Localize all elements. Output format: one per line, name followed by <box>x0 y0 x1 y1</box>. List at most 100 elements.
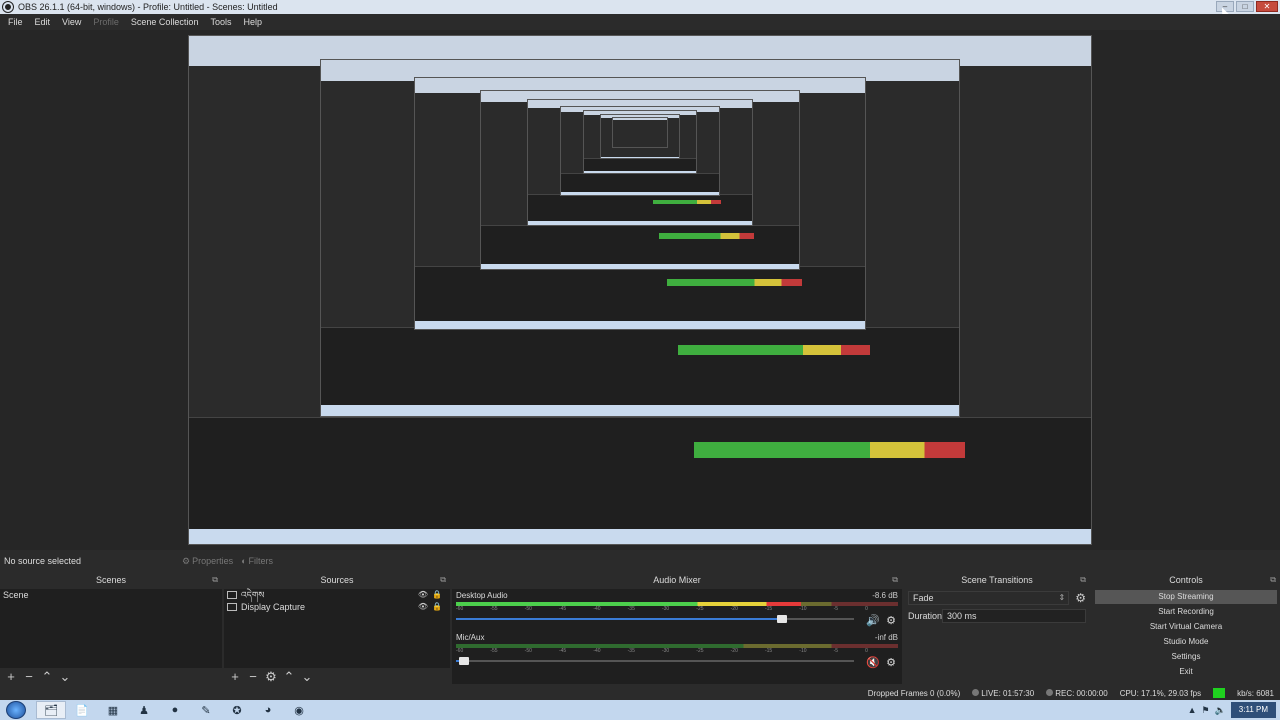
controls-dock-title: Controls ⧉ <box>1092 573 1280 587</box>
visibility-eye-icon[interactable]: 👁 <box>418 601 428 613</box>
dock-float-icon[interactable]: ⧉ <box>212 573 218 587</box>
cpu-status: CPU: 17.1%, 29.03 fps <box>1119 688 1202 698</box>
move-down-icon[interactable]: ⌄ <box>58 670 72 684</box>
add-source-icon[interactable]: + <box>228 670 242 684</box>
move-up-icon[interactable]: ⌃ <box>40 670 54 684</box>
visibility-eye-icon[interactable]: 👁 <box>418 589 428 601</box>
remove-scene-icon[interactable]: − <box>22 670 36 684</box>
window-titlebar: OBS 26.1.1 (64-bit, windows) - Profile: … <box>0 0 1280 14</box>
channel-name: Desktop Audio <box>456 591 508 600</box>
taskbar-purple-app-icon[interactable]: ◕ <box>253 701 283 719</box>
taskbar-explorer-icon[interactable]: 🗂 <box>36 701 66 719</box>
transition-gear-icon[interactable]: ⚙ <box>1075 591 1086 605</box>
controls-title: Controls <box>1169 575 1203 585</box>
taskbar-app-icon[interactable]: ▦ <box>98 701 128 719</box>
rec-time: REC: 00:00:00 <box>1055 688 1108 698</box>
taskbar-pen-icon[interactable]: ✎ <box>191 701 221 719</box>
tray-network-icon[interactable]: ⚑ <box>1202 705 1210 716</box>
source-item[interactable]: Display Capture 👁 🔒 <box>224 601 450 613</box>
menu-profile[interactable]: Profile <box>87 17 125 27</box>
bitrate: kb/s: 6081 <box>1237 688 1274 698</box>
close-button[interactable]: ✕ <box>1256 1 1278 12</box>
menu-help[interactable]: Help <box>237 17 268 27</box>
duration-value: 300 ms <box>947 611 977 621</box>
dropped-frames: Dropped Frames 0 (0.0%) <box>867 688 961 698</box>
volume-slider-knob[interactable] <box>458 657 469 665</box>
meter-ticks: -60 -55 -50 -45 -40 -35 -30 -25 -20 -15 -10 -5 0 <box>456 606 868 612</box>
dock-float-icon[interactable]: ⧉ <box>892 573 898 587</box>
menu-file[interactable]: File <box>2 17 29 27</box>
monitor-source-icon <box>227 603 237 611</box>
start-virtual-camera-button[interactable]: Start Virtual Camera <box>1095 620 1277 634</box>
channel-name: Mic/Aux <box>456 633 485 642</box>
clock[interactable]: 3:11 PM <box>1230 702 1276 718</box>
taskbar-firefox-icon[interactable]: ◉ <box>284 701 314 719</box>
status-bar: Dropped Frames 0 (0.0%) LIVE: 01:57:30 R… <box>0 686 1280 700</box>
system-tray: ▲ ⚑ 🔈 3:11 PM <box>1188 702 1280 718</box>
speaker-icon[interactable]: 🔊 <box>866 614 880 627</box>
sources-list[interactable]: འདེགས 👁 🔒 Display Capture 👁 🔒 <box>224 589 450 668</box>
live-dot-icon <box>972 688 980 696</box>
start-button[interactable] <box>6 701 26 719</box>
dock-float-icon[interactable]: ⧉ <box>1080 573 1086 587</box>
exit-button[interactable]: Exit <box>1095 665 1277 679</box>
maximize-button[interactable]: □ <box>1236 1 1254 12</box>
stop-streaming-button[interactable]: Stop Streaming <box>1095 590 1277 604</box>
speaker-muted-icon[interactable]: 🔇 <box>866 656 880 669</box>
stream-health-indicator <box>1213 688 1226 698</box>
taskbar-obs-icon[interactable]: ● <box>160 701 190 719</box>
mixer-channels: Desktop Audio -8.6 dB -60 -55 -50 -45 -40 -35-… <box>452 589 902 684</box>
mixer-channel-desktop-audio: Desktop Audio -8.6 dB -60 -55 -50 -45 -40 -35-… <box>452 589 902 631</box>
window-title: OBS 26.1.1 (64-bit, windows) - Profile: … <box>18 2 278 12</box>
filters-button[interactable]: ◐ Filters <box>241 556 273 566</box>
lock-icon[interactable]: 🔒 <box>432 601 442 613</box>
add-scene-icon[interactable]: + <box>4 670 18 684</box>
preview-canvas[interactable] <box>0 30 1280 550</box>
no-source-label: No source selected <box>4 556 82 566</box>
properties-button[interactable]: ⚙ Properties <box>182 556 233 567</box>
sources-title: Sources <box>320 575 354 585</box>
filter-icon: ◐ <box>241 556 247 566</box>
duration-label: Duration <box>908 611 943 621</box>
lock-icon[interactable]: 🔒 <box>432 589 442 601</box>
move-down-icon[interactable]: ⌄ <box>300 670 314 684</box>
transition-select[interactable]: Fade ⇕ <box>908 591 1070 605</box>
volume-slider[interactable] <box>456 657 854 665</box>
gear-icon[interactable]: ⚙ <box>886 656 896 669</box>
taskbar-tool-icon[interactable]: ✪ <box>222 701 252 719</box>
transitions-dock-title: Scene Transitions ⧉ <box>904 573 1090 587</box>
windows-taskbar: 🗂 📄 ▦ ♟ ● ✎ ✪ ◕ ◉ ▲ ⚑ 🔈 3:11 PM <box>0 700 1280 720</box>
nested-preview-level-9 <box>612 117 668 148</box>
studio-mode-button[interactable]: Studio Mode <box>1095 635 1277 649</box>
start-recording-button[interactable]: Start Recording <box>1095 605 1277 619</box>
tray-arrow-icon[interactable]: ▲ <box>1188 705 1197 715</box>
dock-float-icon[interactable]: ⧉ <box>440 573 446 587</box>
source-properties-gear-icon[interactable]: ⚙ <box>264 670 278 684</box>
volume-slider[interactable] <box>456 615 854 623</box>
dock-float-icon[interactable]: ⧉ <box>1270 573 1276 587</box>
menu-view[interactable]: View <box>56 17 87 27</box>
transitions-title: Scene Transitions <box>961 575 1033 585</box>
source-item-label: Display Capture <box>241 602 306 612</box>
properties-label: Properties <box>192 556 234 566</box>
meter-level <box>456 602 801 606</box>
move-up-icon[interactable]: ⌃ <box>282 670 296 684</box>
menu-tools[interactable]: Tools <box>204 17 237 27</box>
menu-edit[interactable]: Edit <box>29 17 57 27</box>
duration-input[interactable]: 300 ms <box>942 609 1086 623</box>
source-item[interactable]: འདེགས 👁 🔒 <box>224 589 450 601</box>
settings-button[interactable]: Settings <box>1095 650 1277 664</box>
taskbar-figure-icon[interactable]: ♟ <box>129 701 159 719</box>
remove-source-icon[interactable]: − <box>246 670 260 684</box>
menu-scene-collection[interactable]: Scene Collection <box>125 17 205 27</box>
volume-slider-knob[interactable] <box>777 615 788 623</box>
gear-icon: ⚙ <box>182 555 191 566</box>
gear-icon[interactable]: ⚙ <box>886 614 896 627</box>
channel-db: -8.6 dB <box>872 591 898 600</box>
taskbar-notepad-icon[interactable]: 📄 <box>67 701 97 719</box>
tray-volume-icon[interactable]: 🔈 <box>1215 705 1226 716</box>
scenes-list[interactable]: Scene <box>0 589 222 668</box>
menu-bar: File Edit View Profile Scene Collection … <box>0 14 1280 30</box>
sources-dock-title: Sources ⧉ <box>224 573 450 587</box>
scene-item[interactable]: Scene <box>0 589 222 601</box>
